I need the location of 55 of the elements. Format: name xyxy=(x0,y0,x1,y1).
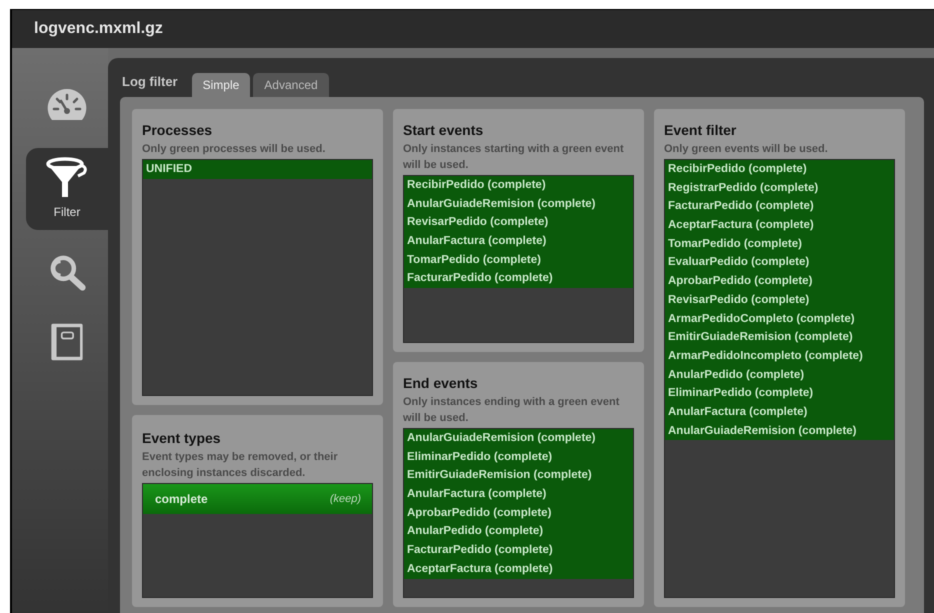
event-item[interactable]: RevisarPedido (complete) xyxy=(404,213,633,232)
event-item[interactable]: AnularGuiadeRemision (complete) xyxy=(665,422,894,440)
card-title: Event types xyxy=(142,429,222,447)
event-item[interactable]: EliminarPedido (complete) xyxy=(665,384,894,403)
event-item[interactable]: AnularPedido (complete) xyxy=(404,522,633,542)
event-item[interactable]: AnularPedido (complete) xyxy=(665,366,894,384)
event-list[interactable]: complete (keep) xyxy=(142,483,373,598)
event-item[interactable]: FacturarPedido (complete) xyxy=(665,197,894,216)
event-item[interactable]: EmitirGuiadeRemision (complete) xyxy=(404,466,633,486)
event-item[interactable]: ArmarPedidoCompleto (complete) xyxy=(665,310,894,328)
event-type-item[interactable]: complete (keep) xyxy=(143,484,372,514)
event-item[interactable]: AnularGuiadeRemision (complete) xyxy=(404,194,633,214)
event-item[interactable]: FacturarPedido (complete) xyxy=(404,541,633,560)
event-item[interactable]: UNIFIED xyxy=(143,160,372,179)
event-list[interactable]: UNIFIED xyxy=(142,159,373,396)
event-item[interactable]: RevisarPedido (complete) xyxy=(665,290,894,310)
event-item[interactable]: EliminarPedido (complete) xyxy=(404,448,633,466)
event-item[interactable]: FacturarPedido (complete) xyxy=(404,269,633,288)
card-hint: Only green events will be used. xyxy=(664,142,829,157)
event-item[interactable]: AprobarPedido (complete) xyxy=(404,504,633,522)
event-item[interactable]: RecibirPedido (complete) xyxy=(665,160,894,179)
event-item[interactable]: AprobarPedido (complete) xyxy=(665,272,894,291)
event-item[interactable]: AceptarFactura (complete) xyxy=(665,216,894,235)
event-item[interactable]: TomarPedido (complete) xyxy=(404,250,633,270)
event-item[interactable]: AnularGuiadeRemision (complete) xyxy=(404,429,633,448)
window-title: logvenc.mxml.gz xyxy=(34,19,163,39)
event-item[interactable]: RecibirPedido (complete) xyxy=(404,176,633,195)
event-item[interactable]: TomarPedido (complete) xyxy=(665,234,894,254)
event-item[interactable]: ArmarPedidoIncompleto (complete) xyxy=(665,346,894,366)
card-hint: Only instances starting with a green event will be used. xyxy=(403,142,625,173)
event-item[interactable]: RegistrarPedido (complete) xyxy=(665,178,894,198)
sidebar-item[interactable]: Filter xyxy=(26,148,108,230)
event-list[interactable] xyxy=(403,428,634,598)
event-item[interactable]: AceptarFactura (complete) xyxy=(404,560,633,578)
event-type-action: (keep) xyxy=(330,492,361,507)
tab[interactable]: Advanced xyxy=(253,73,329,97)
card-hint: Only green processes will be used. xyxy=(142,142,326,157)
card-title: Start events xyxy=(403,121,484,139)
event-item[interactable]: AnularFactura (complete) xyxy=(665,402,894,422)
event-item[interactable]: EmitirGuiadeRemision (complete) xyxy=(665,328,894,347)
card-title: End events xyxy=(403,374,479,392)
panel-title: Log filter xyxy=(122,72,178,91)
event-item[interactable]: AnularFactura (complete) xyxy=(404,485,633,504)
card-hint: Only instances ending with a green event will be used. xyxy=(403,395,620,426)
event-list[interactable] xyxy=(664,159,895,598)
card-title: Processes xyxy=(142,121,214,139)
tab[interactable]: Simple xyxy=(192,73,250,97)
event-list[interactable]: RecibirPedido (complete) AnularGuiadeRemision (complete) RevisarPedido (complete) AnularFactura (complete) TomarPedido (complete) FacturarPedido (complete) xyxy=(403,175,634,343)
card-title: Event filter xyxy=(664,121,738,139)
sidebar-label: Filter xyxy=(54,204,80,221)
event-type-name: complete xyxy=(155,491,208,508)
funnel-icon xyxy=(45,157,89,199)
card-hint: Event types may be removed, or their enclosing instances discarded. xyxy=(142,450,339,481)
event-item[interactable]: EvaluarPedido (complete) xyxy=(665,253,894,272)
event-item[interactable]: AnularFactura (complete) xyxy=(404,232,633,251)
